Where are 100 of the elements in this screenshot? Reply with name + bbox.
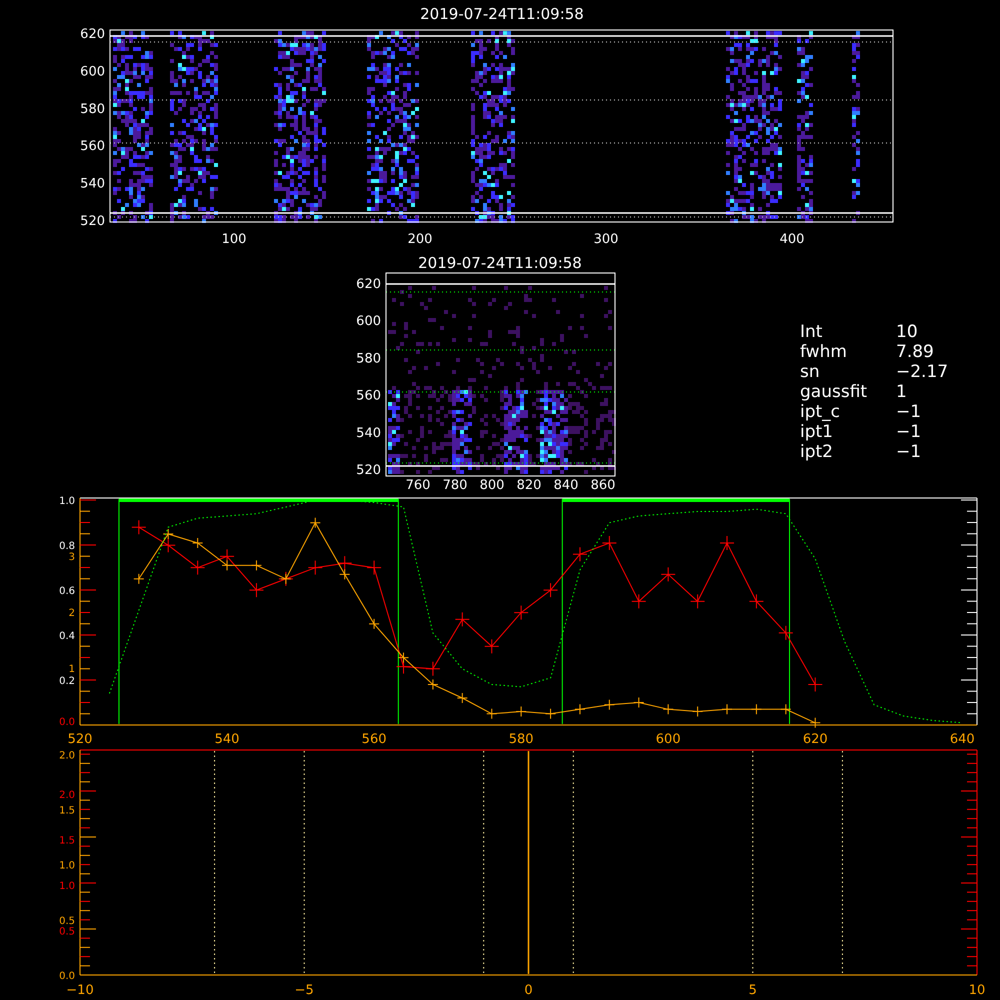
point [633,697,644,708]
axis-tick-label: 800 [480,478,504,490]
point [514,605,529,620]
point [131,520,146,535]
axis-tick-label: 860 [590,478,616,490]
point [192,537,204,548]
axis-tick-label: 2 [68,608,75,619]
fit-value: −1 [896,422,922,442]
fit-value: 7.89 [896,342,935,362]
axis-tick-label: 1.0 [59,496,75,508]
point [780,704,792,715]
plot-title: 2019-07-24T11:09:58 [418,254,582,272]
plot-title: 2019-07-24T11:09:58 [420,5,584,23]
point [160,538,176,553]
axis-tick-label: 560 [362,732,386,745]
point [543,582,558,598]
fit-label: gaussfit [800,382,868,402]
point [572,546,588,562]
axis-tick-label: 1.5 [59,806,75,817]
fit-label: ipt_c [800,402,842,422]
fit-label: ipt2 [800,442,834,462]
axis-tick-label: 5 [748,983,757,998]
fit-label: fwhm [800,342,848,362]
fit-value: −2.17 [896,362,948,382]
point [631,594,646,609]
axis-tick-label: 620 [356,277,381,292]
point [720,535,735,550]
axis-tick-label: 2.0 [59,790,75,801]
point [722,704,733,715]
axis-tick-label: 520 [80,214,105,229]
axis-tick-label: 580 [508,732,534,745]
axis-tick-label: 0.2 [59,676,75,688]
point [545,708,556,720]
axis-tick-label: 3 [68,552,75,563]
axis-tick-label: 0.5 [59,926,75,938]
axis-tick-label: 620 [80,27,105,42]
point [662,704,674,715]
point [308,560,323,576]
point [250,560,262,571]
point [602,535,617,550]
axis-tick-label: 10 [968,983,986,998]
point [162,528,174,540]
point [484,638,500,654]
axis-tick-label: 620 [802,732,828,745]
axis-tick-label: 520 [68,732,92,745]
axis-tick-label: 1.0 [59,860,75,872]
axis-tick-label: 600 [80,64,105,80]
point [456,692,468,704]
fit-value: 1 [896,382,908,402]
axis-tick-label: 100 [222,232,246,247]
axis-tick-label: 1.5 [59,836,75,846]
axis-tick-label: 300 [594,232,618,247]
point [748,594,764,609]
axis-tick-label: 760 [406,478,430,490]
axis-tick-label: 1.0 [59,881,75,892]
axis-tick-label: 200 [408,232,432,247]
point [690,594,706,609]
axis-tick-label: 400 [780,232,804,247]
point [248,582,264,598]
point [486,708,498,720]
axis-tick-label: 560 [356,388,381,404]
axis-tick-label: 540 [356,426,381,441]
point [660,566,676,582]
axis-tick-label: 580 [356,351,381,366]
axis-tick-label: 0.6 [59,586,75,598]
point [750,704,762,715]
axis-tick-label: 840 [554,478,578,490]
point [133,573,144,584]
axis-tick-label: −10 [66,983,94,998]
fit-label: sn [800,362,821,382]
point [808,677,823,692]
point [368,618,380,630]
axis-tick-label: 540 [214,732,240,745]
axis-tick-label: 520 [356,463,381,478]
axis-tick-label: 2.0 [59,750,75,762]
point [337,556,352,571]
point [339,568,350,580]
axis-tick-label: 780 [442,478,468,490]
point [692,706,704,718]
point [398,652,410,664]
point [425,661,440,676]
point [810,717,821,728]
point [778,625,794,640]
point [222,560,233,571]
point [190,560,206,576]
point [310,517,321,528]
point [574,704,586,715]
axis-tick-label: 560 [80,139,105,154]
axis-tick-label: 0.0 [59,717,75,728]
point [604,699,615,710]
point [516,706,527,718]
axis-tick-label: 0.5 [59,916,75,927]
axis-tick-label: 540 [80,176,105,192]
fit-value: 10 [896,322,919,342]
axis-tick-label: 600 [356,314,381,330]
axis-tick-label: 0.4 [59,631,75,642]
axis-tick-label: 820 [516,478,542,490]
fit-label: Int [800,322,824,342]
fit-value: −1 [896,402,922,422]
axis-tick-label: 640 [950,732,975,745]
